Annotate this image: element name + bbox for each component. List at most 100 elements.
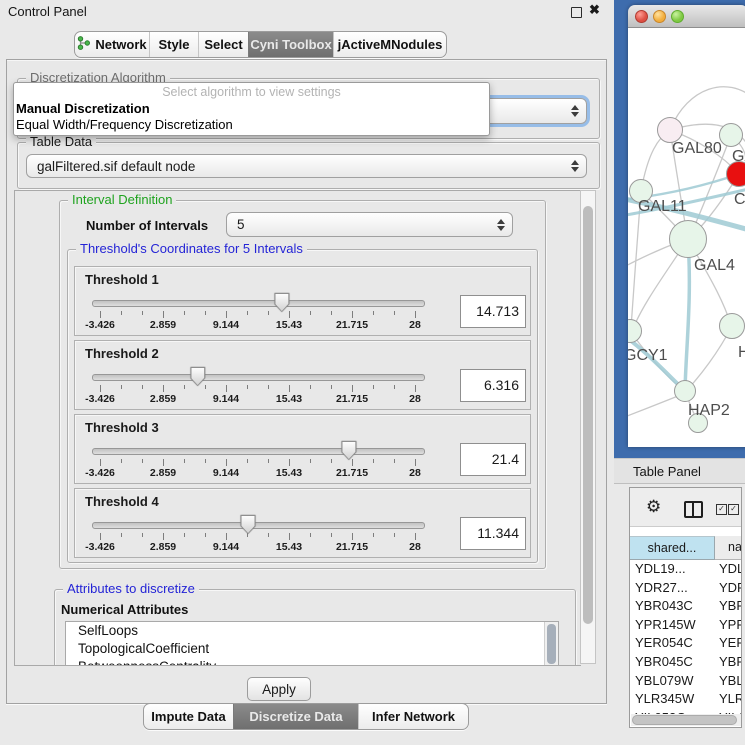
tab-style[interactable]: Style — [149, 32, 198, 57]
slider-tick — [247, 459, 248, 463]
slider-tick — [352, 533, 353, 540]
tab-label: Cyni Toolbox — [250, 37, 331, 52]
columns-icon[interactable] — [684, 501, 703, 518]
slider-thumb[interactable] — [241, 515, 256, 534]
column-header-name[interactable]: na — [715, 536, 741, 560]
checkbox-icon[interactable]: ✓ — [716, 504, 727, 515]
slider-tick — [121, 533, 122, 537]
network-node[interactable] — [719, 313, 745, 339]
float-window-icon[interactable] — [571, 7, 582, 18]
table-panel-title: Table Panel — [633, 464, 701, 479]
apply-button[interactable]: Apply — [247, 677, 311, 701]
table-data-combobox[interactable]: galFiltered.sif default node — [26, 154, 587, 178]
slider-tick — [289, 459, 290, 466]
slider-tick — [331, 459, 332, 463]
slider-track[interactable] — [92, 522, 425, 529]
slider-tick — [289, 311, 290, 318]
slider-tick — [205, 533, 206, 537]
list-scrollbar[interactable] — [544, 622, 558, 666]
tab-label: Infer Network — [372, 709, 455, 724]
threshold-value-field[interactable]: 11.344 — [460, 517, 526, 550]
table-row[interactable]: YLR345WYLR3 — [630, 690, 741, 709]
slider-tick — [289, 385, 290, 392]
threshold-value-field[interactable]: 21.4 — [460, 443, 526, 476]
slider-thumb[interactable] — [341, 441, 356, 460]
tab-label: Network — [95, 37, 146, 52]
slider-tick — [184, 533, 185, 537]
table-row[interactable]: YPR145WYPR1 — [630, 616, 741, 635]
tab-discretize-data[interactable]: Discretize Data — [233, 704, 358, 729]
slider-tick — [415, 459, 416, 466]
panel-scrollbar[interactable] — [580, 190, 596, 664]
slider-tick-label: -3.426 — [85, 541, 115, 553]
slider-track[interactable] — [92, 300, 425, 307]
slider-tick — [100, 385, 101, 392]
slider-tick — [100, 533, 101, 540]
table-row[interactable]: YBL079WYBL0 — [630, 672, 741, 691]
scrollbar-thumb[interactable] — [583, 206, 593, 624]
slider-track[interactable] — [92, 448, 425, 455]
checkbox-icon[interactable]: ✓ — [728, 504, 739, 515]
slider-tick-label: 21.715 — [336, 467, 368, 479]
node-label: GAL80 — [672, 140, 722, 158]
slider-tick — [373, 311, 374, 315]
minimize-traffic-light-icon[interactable] — [653, 10, 666, 23]
table-hscrollbar[interactable] — [631, 714, 741, 726]
dropdown-option[interactable]: Equal Width/Frequency Discretization — [14, 117, 489, 133]
threshold-panel: Threshold 1-3.4262.8599.14415.4321.71528… — [74, 266, 531, 336]
slider-tick — [163, 459, 164, 466]
slider-tick-label: 2.859 — [150, 541, 176, 553]
slider-tick-label: -3.426 — [85, 319, 115, 331]
num-intervals-combobox[interactable]: 5 — [226, 212, 513, 237]
tab-cyni-toolbox[interactable]: Cyni Toolbox — [248, 32, 333, 57]
network-node[interactable] — [669, 220, 707, 258]
dropdown-prompt: Select algorithm to view settings — [14, 83, 489, 101]
column-header-shared-name[interactable]: shared... — [630, 536, 715, 560]
tab-impute-data[interactable]: Impute Data — [144, 704, 233, 729]
threshold-value-field[interactable]: 6.316 — [460, 369, 526, 402]
slider-tick — [100, 459, 101, 466]
close-traffic-light-icon[interactable] — [635, 10, 648, 23]
slider-thumb[interactable] — [190, 367, 205, 386]
tab-jactivemnodules[interactable]: jActiveMNodules — [333, 32, 446, 57]
slider-tick — [184, 311, 185, 315]
slider-tick — [205, 311, 206, 315]
close-icon[interactable]: ✖ — [589, 2, 600, 18]
interval-definition-group: Interval Definition Number of Intervals … — [59, 200, 546, 569]
slider-tick — [310, 385, 311, 389]
table-row[interactable]: YDR27...YDR2 — [630, 579, 741, 598]
slider-tick — [394, 311, 395, 315]
slider-tick-label: 9.144 — [213, 467, 239, 479]
dropdown-option[interactable]: Manual Discretization — [14, 101, 489, 117]
attribute-list-item[interactable]: TopologicalCoefficient — [66, 640, 558, 658]
tab-network[interactable]: Network — [75, 32, 149, 57]
slider-tick — [352, 385, 353, 392]
network-canvas[interactable]: GAL80GACGAL11GAL4GCY1HHAP2 — [628, 28, 745, 447]
tab-infer-network[interactable]: Infer Network — [358, 704, 468, 729]
slider-tick — [184, 385, 185, 389]
slider-tick — [352, 459, 353, 466]
slider-tick — [226, 459, 227, 466]
tab-select[interactable]: Select — [198, 32, 248, 57]
cell-shared-name: YBR043C — [630, 597, 715, 616]
network-node[interactable] — [674, 380, 696, 402]
slider-tick — [121, 311, 122, 315]
attribute-list-item[interactable]: SelfLoops — [66, 622, 558, 640]
combo-arrows-icon — [571, 155, 579, 177]
tab-label: Select — [204, 37, 242, 52]
slider-tick-label: 9.144 — [213, 393, 239, 405]
numerical-attributes-list[interactable]: SelfLoopsTopologicalCoefficientBetweenne… — [65, 621, 559, 666]
table-row[interactable]: YER054CYER0 — [630, 634, 741, 653]
slider-track[interactable] — [92, 374, 425, 381]
table-row[interactable]: YBR043CYBR0 — [630, 597, 741, 616]
threshold-value-field[interactable]: 14.713 — [460, 295, 526, 328]
slider-thumb[interactable] — [274, 293, 289, 312]
slider-tick — [415, 533, 416, 540]
table-row[interactable]: YBR045CYBR0 — [630, 653, 741, 672]
zoom-traffic-light-icon[interactable] — [671, 10, 684, 23]
gear-icon[interactable]: ⚙ — [646, 497, 661, 517]
scrollbar-thumb[interactable] — [547, 624, 556, 664]
network-node[interactable] — [719, 123, 743, 147]
table-row[interactable]: YDL19...YDL1 — [630, 560, 741, 579]
scrollbar-thumb[interactable] — [632, 715, 737, 725]
